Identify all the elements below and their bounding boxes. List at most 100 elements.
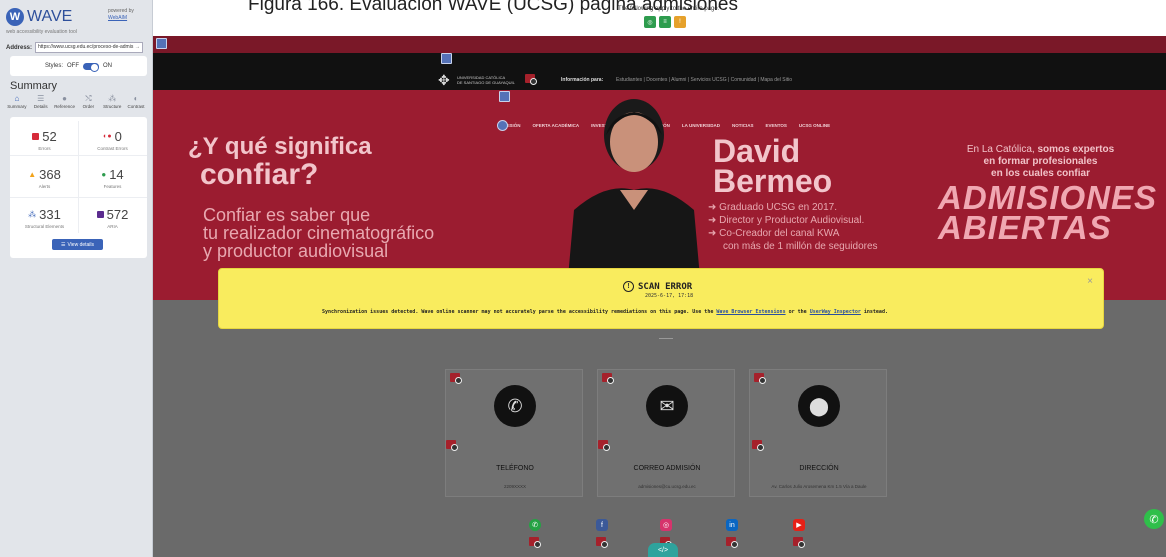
hero-bullets: ➜ Graduado UCSG en 2017. ➜ Director y Pr… (708, 202, 878, 252)
order-icon: ⤭ (85, 94, 92, 103)
wave-error-marker[interactable] (754, 373, 766, 384)
row-divider (10, 155, 147, 156)
location-pin-icon: ⬤ (798, 385, 840, 427)
alert-icon[interactable]: ! (674, 16, 686, 28)
stat-errors[interactable]: 52 Errors (12, 129, 77, 151)
scan-error-date: 2025-6-17, 17:18 (645, 293, 694, 299)
wave-error-marker[interactable] (602, 373, 614, 384)
wave-logo-text: WAVE (27, 8, 73, 25)
right-blurb: En La Católica, somos expertos en formar… (966, 144, 1115, 179)
wave-error-marker[interactable] (752, 440, 764, 451)
youtube-icon[interactable]: ▶ (793, 519, 805, 531)
wave-structure-marker[interactable] (156, 38, 167, 49)
tab-structure[interactable]: ⁂ Structure (100, 94, 124, 109)
wave-extensions-link[interactable]: Wave Browser Extensions (716, 309, 785, 315)
hero-question: ¿Y qué significa (188, 133, 372, 160)
summary-panel: 52 Errors ◐● 0 Contrast Errors ▲ 368 Alert… (10, 117, 147, 258)
hero-subtitle: Confiar es saber que tu realizador cinem… (203, 205, 435, 261)
wave-structure-marker[interactable] (441, 53, 452, 64)
scan-error-modal: ! SCAN ERROR 2025-6-17, 17:18 Synchroniz… (218, 268, 1104, 329)
wave-error-marker[interactable] (525, 74, 537, 85)
wave-logo-icon: W (6, 8, 24, 26)
figure-caption: Figura 166. Evaluación WAVE (UCSG) págin… (248, 0, 739, 15)
stat-features[interactable]: ● 14 Features (80, 167, 145, 189)
close-icon[interactable]: × (1087, 276, 1093, 287)
wave-error-marker[interactable] (596, 537, 608, 548)
wave-tabs: ⌂ Summary ☰ Details ● Reference ⤭ Order ⁂ Str… (5, 94, 148, 109)
move-icon: ✥ (438, 72, 450, 88)
wave-structure-marker[interactable] (499, 91, 510, 102)
tab-order[interactable]: ⤭ Order (76, 94, 100, 109)
wave-error-marker[interactable] (529, 537, 541, 548)
scan-error-message: Synchronization issues detected. Wave on… (322, 309, 888, 315)
wave-sidebar: W WAVE web accessibility evaluation tool… (0, 0, 153, 557)
wave-error-marker[interactable] (446, 440, 458, 451)
error-icon (32, 133, 40, 140)
wave-error-marker[interactable] (726, 537, 738, 548)
contrast-error-icon: ◐● (103, 133, 112, 140)
warning-icon: ! (623, 281, 634, 292)
nav-noticias[interactable]: NOTICIAS (732, 123, 754, 128)
email-icon: ✉ (646, 385, 688, 427)
structure-elements-icon: ⁂ (28, 210, 37, 219)
apply-note: The following apply to the entire page: (618, 6, 720, 12)
university-logo[interactable]: UNIVERSIDAD CATÓLICA DE SANTIAGO DE GUAYA… (457, 75, 527, 85)
wave-error-marker[interactable] (598, 440, 610, 451)
wave-structure-marker[interactable] (497, 120, 508, 131)
panel-divider (78, 121, 79, 233)
userway-inspector-link[interactable]: UserWay Inspector (810, 309, 861, 315)
list-icon: ☰ (60, 241, 66, 248)
stat-aria[interactable]: 572 ARIA (80, 207, 145, 229)
wave-tagline: web accessibility evaluation tool (6, 29, 77, 35)
section-divider (659, 338, 673, 339)
scan-error-title: ! SCAN ERROR (623, 281, 692, 292)
styles-label: Styles: (44, 63, 63, 69)
info-para-label: Información para: (561, 77, 604, 83)
top-navigation (153, 53, 1166, 90)
wave-error-marker[interactable] (793, 537, 805, 548)
address-input[interactable]: https://www.ucsg.edu.ec/proceso-de-admis… (35, 42, 144, 53)
tab-contrast[interactable]: ◐ Contrast (124, 94, 148, 109)
styles-toggle-row: Styles: OFF ON (10, 56, 147, 76)
wave-logo[interactable]: W WAVE (6, 8, 72, 26)
aria-icon (96, 211, 104, 218)
top-bar (153, 36, 1166, 53)
wave-error-marker[interactable] (450, 373, 462, 384)
home-icon: ⌂ (14, 94, 20, 103)
linkedin-icon[interactable]: in (726, 519, 738, 531)
whatsapp-float-icon[interactable]: ✆ (1144, 509, 1164, 529)
whatsapp-icon[interactable]: ✆ (529, 519, 541, 531)
address-row: Address: https://www.ucsg.edu.ec/proceso… (6, 42, 144, 53)
contrast-icon: ◐ (133, 94, 139, 103)
nav-ucsg-online[interactable]: UCSG ONLINE (799, 123, 830, 128)
nav-eventos[interactable]: EVENTOS (765, 123, 786, 128)
language-icon[interactable]: ◎ (644, 16, 656, 28)
code-toggle-tab[interactable]: </> (648, 543, 678, 557)
row-divider (10, 197, 147, 198)
facebook-icon[interactable]: f (596, 519, 608, 531)
stat-structural[interactable]: ⁂ 331 Structural Elements (12, 207, 77, 229)
phone-icon: ✆ (494, 385, 536, 427)
powered-by: powered by WebAIM (108, 8, 134, 21)
alert-triangle-icon: ▲ (28, 170, 37, 179)
page-level-icons: ◎ ≡ ! (644, 16, 686, 28)
instagram-icon[interactable]: ◎ (660, 519, 672, 531)
tab-summary[interactable]: ⌂ Summary (5, 94, 29, 109)
contact-card-address: ⬤ DIRECCIÓN Av. Carlos Julio Arosemena K… (749, 369, 887, 497)
info-icon: ● (62, 94, 67, 103)
tab-reference[interactable]: ● Reference (53, 94, 77, 109)
lang-icon[interactable]: ≡ (659, 16, 671, 28)
view-details-button[interactable]: ☰ View details (52, 239, 103, 250)
styles-off-label: OFF (67, 63, 79, 69)
webaim-link[interactable]: WebAIM (108, 15, 127, 21)
tab-details[interactable]: ☰ Details (29, 94, 53, 109)
contact-card-email: ✉ CORREO ADMISIÓN admisiones@cu.ucsg.edu… (597, 369, 735, 497)
structure-icon: ⁂ (108, 94, 117, 103)
info-links[interactable]: Estudiantes | Docentes | Alumni | Servic… (616, 77, 792, 83)
styles-toggle[interactable] (83, 62, 99, 72)
hero-name: David Bermeo (713, 133, 833, 199)
stat-alerts[interactable]: ▲ 368 Alerts (12, 167, 77, 189)
admisiones-abiertas: ADMISIONES ABIERTAS (938, 179, 1158, 246)
stat-contrast-errors[interactable]: ◐● 0 Contrast Errors (80, 129, 145, 151)
address-label: Address: (6, 44, 33, 51)
